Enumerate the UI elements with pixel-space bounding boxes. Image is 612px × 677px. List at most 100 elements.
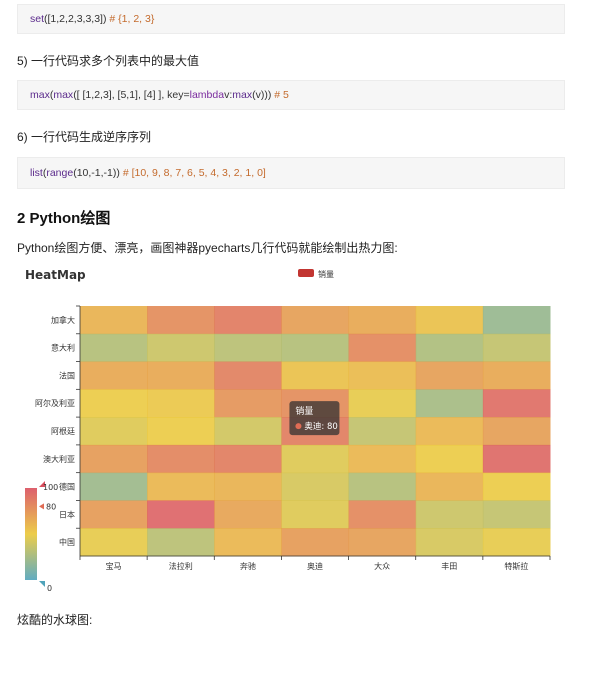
x-tick-label: 宝马 xyxy=(106,561,122,571)
heatmap-cell[interactable] xyxy=(214,444,282,474)
heatmap-cell[interactable] xyxy=(147,528,215,557)
x-tick-label: 特斯拉 xyxy=(504,561,528,571)
heatmap-cell[interactable] xyxy=(214,361,282,390)
code-block-max: max(max([ [1,2,3], [5,1], [4] ], key= lam… xyxy=(17,80,565,110)
heatmap-cell[interactable] xyxy=(80,528,148,557)
heatmap-cell[interactable] xyxy=(482,389,551,418)
heatmap-cell[interactable] xyxy=(214,528,282,557)
heatmap-cell[interactable] xyxy=(80,361,148,390)
visual-map-bottom-handle[interactable] xyxy=(39,581,45,587)
heatmap-cell[interactable] xyxy=(348,389,417,418)
heatmap-cell[interactable] xyxy=(482,472,551,501)
x-tick-label: 大众 xyxy=(374,561,390,571)
heatmap-cell[interactable] xyxy=(415,306,484,335)
heatmap-cell[interactable] xyxy=(147,389,215,418)
heatmap-cell[interactable] xyxy=(214,500,282,529)
y-tick-label: 意大利 xyxy=(51,343,75,353)
heatmap-cell[interactable] xyxy=(80,417,148,446)
x-tick-label: 奥迪 xyxy=(307,561,323,571)
y-tick-label: 阿尔及利亚 xyxy=(35,398,75,408)
heatmap-cell[interactable] xyxy=(348,361,417,390)
y-tick-label: 中国 xyxy=(59,537,75,547)
x-tick-label: 丰田 xyxy=(441,561,457,571)
heatmap-cell[interactable] xyxy=(147,472,215,501)
y-tick-label: 日本 xyxy=(59,509,75,519)
code-comment: # {1, 2, 3} xyxy=(109,13,155,25)
heatmap-cell[interactable] xyxy=(348,472,417,501)
tooltip: 销量奥迪: 80 xyxy=(289,401,340,436)
heatmap-cell[interactable] xyxy=(281,444,350,474)
y-tick-label: 阿根廷 xyxy=(51,426,75,436)
y-tick-label: 法国 xyxy=(59,370,75,380)
visual-map-pointer-label: 80 xyxy=(46,502,56,511)
tooltip-marker xyxy=(295,423,302,430)
heatmap-cell[interactable] xyxy=(415,417,484,446)
visual-map-pointer xyxy=(39,503,44,510)
heatmap-cell[interactable] xyxy=(348,417,417,446)
heatmap-cell[interactable] xyxy=(415,361,484,390)
section-title: 2 Python绘图 xyxy=(17,210,111,227)
heatmap-cell[interactable] xyxy=(348,528,417,557)
heatmap-cell[interactable] xyxy=(147,417,215,446)
heatmap-cell[interactable] xyxy=(147,500,215,529)
heatmap-cell[interactable] xyxy=(482,500,551,529)
code-block-range: list(range (10,-1,-1)) # [10, 9, 8, 7, 6,… xyxy=(17,157,565,189)
legend-swatch[interactable] xyxy=(298,269,314,277)
y-tick-label: 澳大利亚 xyxy=(43,454,75,464)
heatmap-cell[interactable] xyxy=(281,306,350,335)
heatmap-cell[interactable] xyxy=(80,472,148,501)
heatmap-cell[interactable] xyxy=(348,444,417,474)
heatmap-cell[interactable] xyxy=(281,333,350,363)
heatmap-cell[interactable] xyxy=(415,528,484,557)
heatmap-cell[interactable] xyxy=(281,500,350,529)
y-tick-label: 德国 xyxy=(59,482,75,492)
heatmap-cell[interactable] xyxy=(482,528,551,557)
heatmap-cell[interactable] xyxy=(214,306,282,335)
heatmap-cell[interactable] xyxy=(415,472,484,501)
heatmap-cell[interactable] xyxy=(80,389,148,418)
visual-map-bar[interactable] xyxy=(25,488,37,580)
legend-label[interactable]: 销量 xyxy=(318,269,334,279)
heatmap-cell[interactable] xyxy=(482,333,551,363)
heading-reverse-sequence: 6) 一行代码生成逆序序列 xyxy=(17,130,152,144)
heatmap-cell[interactable] xyxy=(482,417,551,446)
visual-map-min-label: 0 xyxy=(47,584,52,592)
heatmap-cell[interactable] xyxy=(482,306,551,335)
code-fn: set xyxy=(30,13,45,25)
heatmap-cell[interactable] xyxy=(281,361,350,390)
heatmap-cell[interactable] xyxy=(214,472,282,501)
x-tick-label: 法拉利 xyxy=(169,561,193,571)
heatmap-cell[interactable] xyxy=(80,306,148,335)
heatmap-cell[interactable] xyxy=(147,361,215,390)
heading-max-of-lists: 5) 一行代码求多个列表中的最大值 xyxy=(17,54,200,68)
heatmap-cell[interactable] xyxy=(415,389,484,418)
heatmap-cell[interactable] xyxy=(281,472,350,501)
heatmap-cell[interactable] xyxy=(214,333,282,363)
heatmap-cell[interactable] xyxy=(147,444,215,474)
chart-title: HeatMap xyxy=(25,268,86,282)
heatmap-cell[interactable] xyxy=(348,333,417,363)
outro-paragraph: 炫酷的水球图: xyxy=(17,613,93,627)
y-tick-label: 加拿大 xyxy=(51,315,75,325)
heatmap-cell[interactable] xyxy=(214,417,282,446)
heatmap-cell[interactable] xyxy=(482,444,551,474)
visual-map[interactable]: 100 80 0 xyxy=(25,481,58,592)
heatmap-cell[interactable] xyxy=(80,333,148,363)
heatmap-cell[interactable] xyxy=(482,361,551,390)
x-tick-label: 奔驰 xyxy=(240,561,256,571)
visual-map-max-label: 100 xyxy=(43,483,58,492)
intro-paragraph: Python绘图方便、漂亮，画图神器pyecharts几行代码就能绘制出热力图: xyxy=(17,241,398,255)
heatmap-cell[interactable] xyxy=(147,306,215,335)
heatmap-cell[interactable] xyxy=(415,333,484,363)
heatmap-cell[interactable] xyxy=(214,389,282,418)
heatmap-cell[interactable] xyxy=(80,500,148,529)
heatmap-cell[interactable] xyxy=(80,444,148,474)
tooltip-title: 销量 xyxy=(295,405,313,417)
heatmap-chart: HeatMap 销量 宝马 法拉利 奔驰 奥迪 大众 丰田 特斯拉 加拿大意大利法国阿尔及利亚… xyxy=(25,268,551,592)
heatmap-cell[interactable] xyxy=(348,500,417,529)
heatmap-cell[interactable] xyxy=(348,306,417,335)
heatmap-cell[interactable] xyxy=(415,500,484,529)
heatmap-cell[interactable] xyxy=(415,444,484,474)
heatmap-cell[interactable] xyxy=(281,528,350,557)
heatmap-cell[interactable] xyxy=(147,333,215,363)
